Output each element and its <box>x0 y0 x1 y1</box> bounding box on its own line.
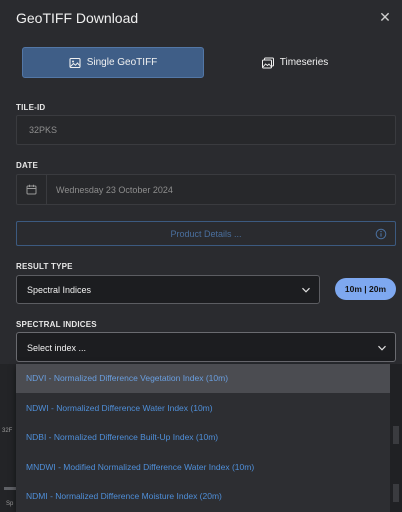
images-icon <box>261 57 274 68</box>
scrollbar-thumb[interactable] <box>393 484 399 502</box>
dialog-header: GeoTIFF Download ✕ <box>0 0 402 36</box>
background-text: 32F <box>2 428 13 434</box>
dialog-title: GeoTIFF Download <box>16 10 139 26</box>
date-value: Wednesday 23 October 2024 <box>56 185 173 195</box>
dropdown-option-ndwi[interactable]: NDWI - Normalized Difference Water Index… <box>16 394 390 423</box>
tab-timeseries[interactable]: Timeseries <box>206 47 384 78</box>
date-field[interactable]: Wednesday 23 October 2024 <box>16 174 396 205</box>
dropdown-option-ndmi[interactable]: NDMI - Normalized Difference Moisture In… <box>16 482 390 511</box>
dropdown-option-ndbi[interactable]: NDBI - Normalized Difference Built-Up In… <box>16 423 390 452</box>
result-type-label: RESULT TYPE <box>16 262 73 271</box>
info-icon <box>375 228 387 240</box>
spectral-index-select[interactable]: Select index ... <box>16 332 396 362</box>
calendar-icon <box>26 184 37 195</box>
scrollbar[interactable] <box>390 364 402 512</box>
tile-id-value: 32PKS <box>29 125 58 135</box>
resolution-pill[interactable]: 10m | 20m <box>335 278 396 300</box>
background-slider <box>4 487 16 490</box>
tab-timeseries-label: Timeseries <box>279 57 329 68</box>
tile-id-label: TILE-ID <box>16 103 46 112</box>
chevron-down-icon <box>302 287 310 293</box>
spectral-index-placeholder: Select index ... <box>27 343 87 353</box>
background-content: 32F Sp <box>0 364 16 512</box>
chevron-down-icon <box>378 345 386 351</box>
scrollbar-thumb[interactable] <box>393 426 399 444</box>
spectral-index-dropdown: NDVI - Normalized Difference Vegetation … <box>16 364 390 512</box>
close-icon[interactable]: ✕ <box>377 9 393 25</box>
tab-single-geotiff[interactable]: Single GeoTIFF <box>22 47 204 78</box>
dropdown-option-mndwi[interactable]: MNDWI - Modified Normalized Difference W… <box>16 453 390 482</box>
result-type-value: Spectral Indices <box>27 285 92 295</box>
mode-tabs: Single GeoTIFF Timeseries <box>22 47 384 78</box>
date-label: DATE <box>16 161 38 170</box>
product-details-label: Product Details ... <box>170 229 242 239</box>
tab-single-geotiff-label: Single GeoTIFF <box>86 57 158 68</box>
dropdown-option-ndvi[interactable]: NDVI - Normalized Difference Vegetation … <box>16 364 390 393</box>
spectral-indices-label: SPECTRAL INDICES <box>16 320 97 329</box>
tile-id-field[interactable]: 32PKS <box>16 115 396 145</box>
background-text: Sp <box>6 501 14 507</box>
product-details-button[interactable]: Product Details ... <box>16 221 396 246</box>
calendar-button[interactable] <box>17 175 47 204</box>
geotiff-download-dialog: GeoTIFF Download ✕ Single GeoTIFF Timese… <box>0 0 402 512</box>
image-icon <box>69 57 81 68</box>
result-type-select[interactable]: Spectral Indices <box>16 275 320 304</box>
